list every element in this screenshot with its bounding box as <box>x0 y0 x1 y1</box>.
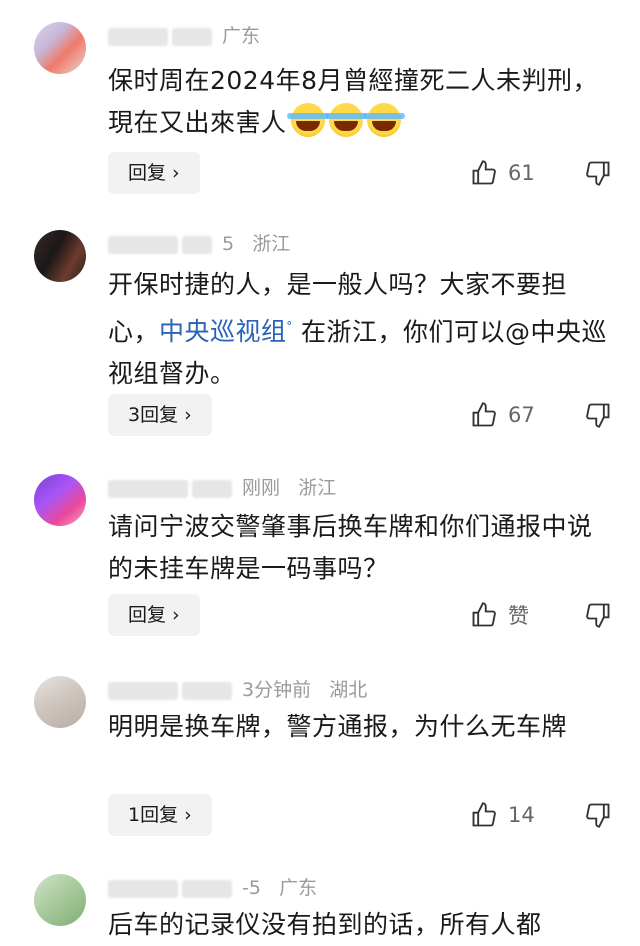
avatar[interactable] <box>34 676 86 728</box>
comment-actions: 14 <box>470 794 612 836</box>
thumbs-down-icon[interactable] <box>584 159 612 187</box>
comment-location: 浙江 <box>298 477 337 499</box>
like-count: 67 <box>508 403 535 427</box>
like-count: 61 <box>508 161 535 185</box>
comment-actions: 67 <box>470 394 612 436</box>
like-count: 14 <box>508 803 535 827</box>
comment-meta: 广东 <box>108 24 260 48</box>
comment-time: 刚刚 <box>242 477 281 499</box>
comment-location: 广东 <box>279 877 318 899</box>
reply-button[interactable]: 3回复 › <box>108 394 212 436</box>
comment-text: 保时周在2024年8月曾經撞死二人未判刑，現在又出來害人 <box>108 66 599 137</box>
thumbs-down-icon[interactable] <box>584 801 612 829</box>
comment-time: 5 <box>222 233 235 255</box>
comment-text: 后车的记录仪没有拍到的话，所有人都 <box>108 910 542 939</box>
laughing-crying-emoji-icon <box>286 103 329 137</box>
comment-text: 请问宁波交警肇事后换车牌和你们通报中说的未挂车牌是一码事吗？ <box>108 512 593 583</box>
comment-actions: 赞 <box>470 594 612 636</box>
thumbs-down-icon[interactable] <box>584 601 612 629</box>
comment-time: -5 <box>242 877 261 899</box>
comment-meta: 5 浙江 <box>108 232 290 256</box>
laughing-crying-emoji-icon <box>324 103 367 137</box>
avatar[interactable] <box>34 22 86 74</box>
hashtag-link[interactable]: 中央巡视组ᐤ <box>159 317 292 346</box>
reply-button[interactable]: 回复 › <box>108 594 200 636</box>
comment-text: 开保时捷的人，是一般人吗？大家不要担心，中央巡视组ᐤ 在浙江，你们可以@中央巡视… <box>108 270 607 389</box>
comment-time: 3分钟前 <box>242 679 312 701</box>
avatar[interactable] <box>34 230 86 282</box>
comment-location: 浙江 <box>252 233 291 255</box>
avatar[interactable] <box>34 874 86 926</box>
thumbs-up-icon[interactable] <box>470 159 498 187</box>
reply-button[interactable]: 1回复 › <box>108 794 212 836</box>
comment-location: 湖北 <box>329 679 368 701</box>
thumbs-up-icon[interactable] <box>470 601 498 629</box>
thumbs-down-icon[interactable] <box>584 401 612 429</box>
avatar[interactable] <box>34 474 86 526</box>
search-icon: ᐤ <box>286 319 293 335</box>
comment-meta: -5 广东 <box>108 876 317 900</box>
laughing-crying-emoji-icon <box>362 103 405 137</box>
comment-meta: 3分钟前 湖北 <box>108 678 367 702</box>
comment-meta: 刚刚 浙江 <box>108 476 336 500</box>
comment-location: 广东 <box>222 25 261 47</box>
comment-text: 明明是换车牌，警方通报，为什么无车牌 <box>108 712 568 741</box>
comment-actions: 61 <box>470 152 612 194</box>
thumbs-up-icon[interactable] <box>470 801 498 829</box>
reply-button[interactable]: 回复 › <box>108 152 200 194</box>
like-count: 赞 <box>508 604 529 628</box>
thumbs-up-icon[interactable] <box>470 401 498 429</box>
